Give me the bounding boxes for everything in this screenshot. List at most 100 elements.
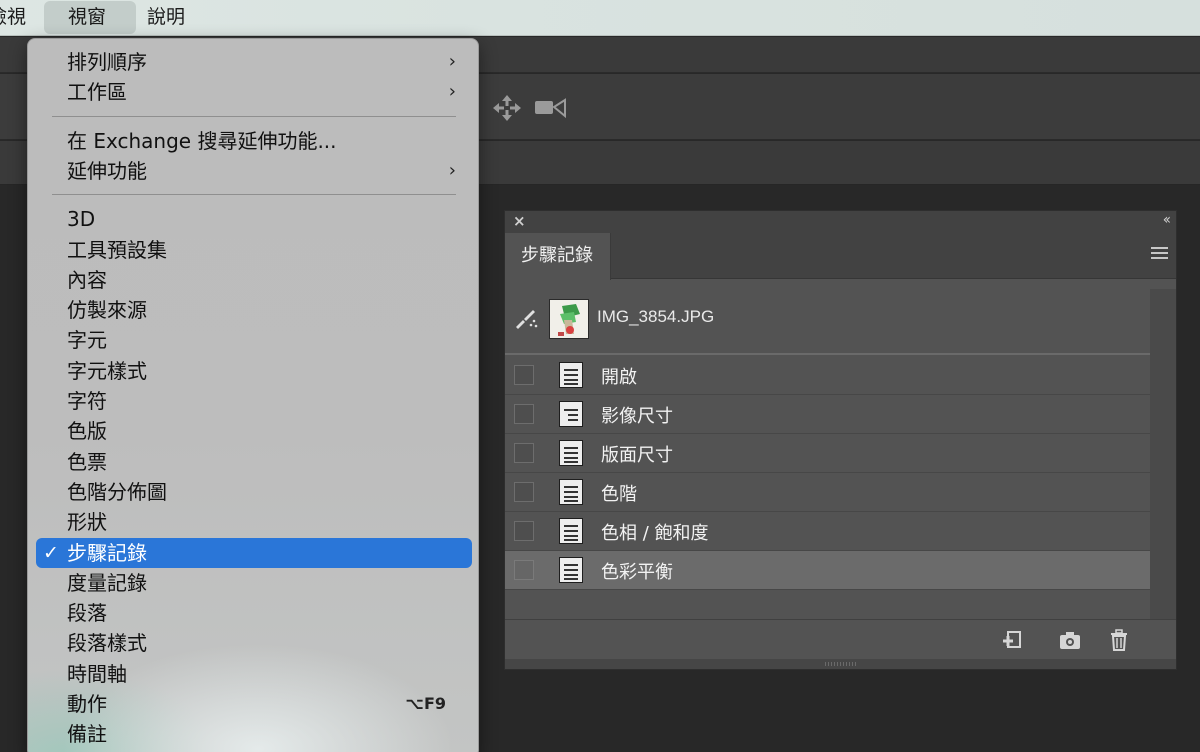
history-state-label: 色彩平衡 <box>601 562 673 583</box>
menu-item-label: 3D <box>67 207 96 232</box>
menu-item[interactable]: 內容 <box>36 265 472 295</box>
history-state-label: 影像尺寸 <box>601 406 673 427</box>
menu-item-label: 度量記錄 <box>67 570 147 595</box>
history-brush-source-checkbox[interactable] <box>514 482 534 502</box>
menu-item-label: 段落 <box>67 601 107 626</box>
menu-item[interactable]: 字元 <box>36 325 472 355</box>
menu-item-label: 備註 <box>67 722 107 747</box>
history-brush-source-checkbox[interactable] <box>514 365 534 385</box>
history-brush-source-icon[interactable] <box>513 305 539 331</box>
menu-item-label: 字元樣式 <box>67 358 147 383</box>
menu-item[interactable]: 在 Exchange 搜尋延伸功能... <box>36 126 472 156</box>
menu-item[interactable]: 字符 <box>36 386 472 416</box>
menu-bar: 檢視 視窗 說明 <box>0 0 1200 36</box>
menu-item[interactable]: 備註 <box>36 719 472 749</box>
menu-item-label: 工作區 <box>67 80 127 105</box>
menu-separator <box>52 115 456 117</box>
menu-item-label: 色票 <box>67 449 107 474</box>
menu-item-label: 仿製來源 <box>67 298 147 323</box>
menu-item[interactable]: 段落樣式 <box>36 628 472 658</box>
submenu-arrow-icon: › <box>448 51 456 72</box>
menu-item-label: 段落樣式 <box>67 631 147 656</box>
menu-item[interactable]: 色票 <box>36 447 472 477</box>
panel-menu-icon[interactable] <box>1151 247 1168 261</box>
menu-item[interactable]: 動作 ⌥F9 <box>36 689 472 719</box>
panel-resize-grip[interactable] <box>505 659 1176 669</box>
history-state-row[interactable]: 色彩平衡 <box>505 551 1150 590</box>
history-snapshot[interactable]: IMG_3854.JPG <box>505 279 1150 355</box>
panel-footer <box>505 619 1176 659</box>
menu-item[interactable]: 度量記錄 <box>36 568 472 598</box>
video-camera-icon[interactable] <box>534 96 568 120</box>
menu-item[interactable]: 延伸功能 › <box>36 156 472 186</box>
history-state-row[interactable]: 影像尺寸 <box>505 395 1150 434</box>
menu-separator <box>52 194 456 196</box>
move-3d-icon[interactable] <box>492 94 522 122</box>
menu-item[interactable]: 字元樣式 <box>36 356 472 386</box>
history-state-label: 版面尺寸 <box>601 445 673 466</box>
history-brush-source-checkbox[interactable] <box>514 560 534 580</box>
history-state-label: 開啟 <box>601 367 637 388</box>
menu-item[interactable]: 段落 <box>36 598 472 628</box>
close-panel-icon[interactable]: × <box>513 212 526 230</box>
menu-item-label: 在 Exchange 搜尋延伸功能... <box>67 128 337 153</box>
menu-item-label: 延伸功能 <box>67 158 147 183</box>
history-state-row[interactable]: 色階 <box>505 473 1150 512</box>
history-state-row[interactable]: 開啟 <box>505 356 1150 395</box>
new-document-from-state-icon[interactable] <box>1001 628 1025 652</box>
menu-item[interactable]: 工具預設集 <box>36 235 472 265</box>
menu-item[interactable]: 形狀 <box>36 507 472 537</box>
panel-scrollbar[interactable] <box>1150 289 1176 619</box>
history-brush-source-checkbox[interactable] <box>514 404 534 424</box>
document-icon <box>559 479 583 505</box>
snapshot-thumbnail <box>549 299 589 339</box>
menu-item-label: 步驟記錄 <box>67 540 147 565</box>
tab-history[interactable]: 步驟記錄 <box>505 233 611 280</box>
document-icon <box>559 440 583 466</box>
history-state-label: 色階 <box>601 484 637 505</box>
menu-help[interactable]: 說明 <box>147 0 207 36</box>
menu-item[interactable]: 色版 <box>36 416 472 446</box>
menu-item-label: 時間軸 <box>67 661 127 686</box>
collapse-panel-icon[interactable]: ‹‹ <box>1163 212 1171 228</box>
trash-icon[interactable] <box>1107 628 1131 652</box>
screen: 檢視 視窗 說明 × ‹‹ 步驟記錄 <box>0 0 1200 752</box>
menu-shortcut: ⌥F9 <box>405 694 447 713</box>
panel-header-strip: × ‹‹ <box>505 211 1176 233</box>
menu-item[interactable]: 工作區 › <box>36 77 472 107</box>
menu-item-label: 排列順序 <box>67 50 147 74</box>
snapshot-thumbnail-image <box>550 300 588 338</box>
history-state-row[interactable]: 版面尺寸 <box>505 434 1150 473</box>
document-icon <box>559 362 583 388</box>
menu-item-label: 色版 <box>67 419 107 444</box>
history-brush-source-checkbox[interactable] <box>514 443 534 463</box>
menu-item[interactable]: 排列順序 › <box>36 47 472 77</box>
menu-item[interactable]: 時間軸 <box>36 659 472 689</box>
menu-item-label: 色階分佈圖 <box>67 479 167 504</box>
menu-item-label: 內容 <box>67 267 107 292</box>
document-icon <box>559 557 583 583</box>
history-state-label: 色相 / 飽和度 <box>601 523 709 544</box>
menu-item-label: 字符 <box>67 389 107 413</box>
menu-item[interactable]: 3D <box>36 204 472 234</box>
menu-item[interactable]: 色階分佈圖 <box>36 477 472 507</box>
snapshot-name: IMG_3854.JPG <box>597 307 715 326</box>
history-state-row[interactable]: 色相 / 飽和度 <box>505 512 1150 551</box>
document-icon <box>559 518 583 544</box>
menu-view[interactable]: 檢視 <box>0 0 34 36</box>
checkmark-icon: ✓ <box>43 541 59 564</box>
dialog-document-icon <box>559 401 583 427</box>
menu-item[interactable]: 仿製來源 <box>36 295 472 325</box>
menu-window[interactable]: 視窗 <box>44 1 136 34</box>
history-brush-source-checkbox[interactable] <box>514 521 534 541</box>
menu-item-label: 工具預設集 <box>67 237 167 262</box>
history-state-list: 開啟影像尺寸版面尺寸色階色相 / 飽和度 色彩平衡 <box>505 356 1150 590</box>
history-panel: × ‹‹ 步驟記錄 IMG_3854.JPG 開啟 影像尺寸 版面尺寸 色階 色… <box>504 210 1177 670</box>
camera-icon[interactable] <box>1058 628 1082 652</box>
panel-tab-bar: 步驟記錄 <box>505 233 1176 280</box>
menu-item[interactable]: ✓ 步驟記錄 <box>36 537 472 568</box>
menu-item-label: 動作 <box>67 692 107 716</box>
menu-item-label: 形狀 <box>67 510 107 535</box>
submenu-arrow-icon: › <box>448 81 456 103</box>
window-menu-dropdown: 排列順序 › 工作區 › 在 Exchange 搜尋延伸功能... 延伸功能 › 3D 工具預設… <box>27 38 479 752</box>
